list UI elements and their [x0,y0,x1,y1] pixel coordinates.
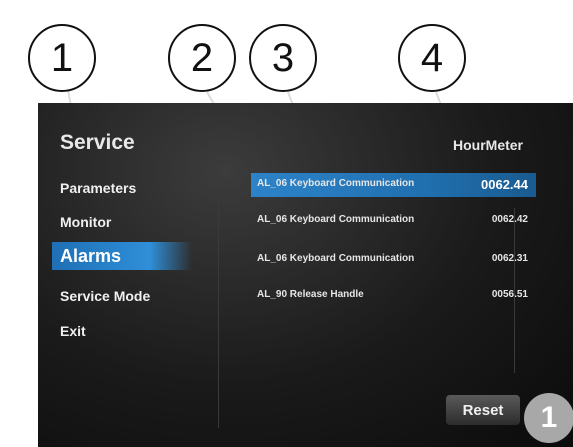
menu-item-exit[interactable]: Exit [60,323,86,339]
menu-item-alarms[interactable]: Alarms [52,242,192,270]
menu-item-monitor[interactable]: Monitor [60,214,111,230]
callout-4: 4 [398,24,466,92]
alarm-hours: 0062.44 [481,177,528,192]
service-screen: Service HourMeter Parameters Monitor Ala… [38,103,573,447]
alarm-row[interactable]: AL_90 Release Handle 0056.51 [251,284,536,308]
alarm-code: AL_06 Keyboard Communication [257,178,415,189]
hourmeter-header: HourMeter [453,137,524,153]
alarm-hours: 0062.42 [491,214,528,225]
alarm-code: AL_06 Keyboard Communication [257,214,415,225]
reset-button[interactable]: Reset [446,395,520,425]
callout-1: 1 [28,24,96,92]
list-scrollbar[interactable] [514,208,515,373]
menu-divider [218,168,219,428]
page-title: Service [60,131,135,154]
alarm-row[interactable]: AL_06 Keyboard Communication 0062.31 [251,248,536,272]
alarm-code: AL_06 Keyboard Communication [257,253,415,264]
menu-item-service-mode[interactable]: Service Mode [60,288,150,304]
step-badge: 1 [524,393,573,443]
alarm-hours: 0056.51 [491,289,528,300]
alarm-row[interactable]: AL_06 Keyboard Communication 0062.42 [251,209,536,233]
menu-item-parameters[interactable]: Parameters [60,180,136,196]
callout-2: 2 [168,24,236,92]
alarm-row[interactable]: AL_06 Keyboard Communication 0062.44 [251,173,536,197]
alarm-code: AL_90 Release Handle [257,289,364,300]
alarm-hours: 0062.31 [491,253,528,264]
callout-3: 3 [249,24,317,92]
